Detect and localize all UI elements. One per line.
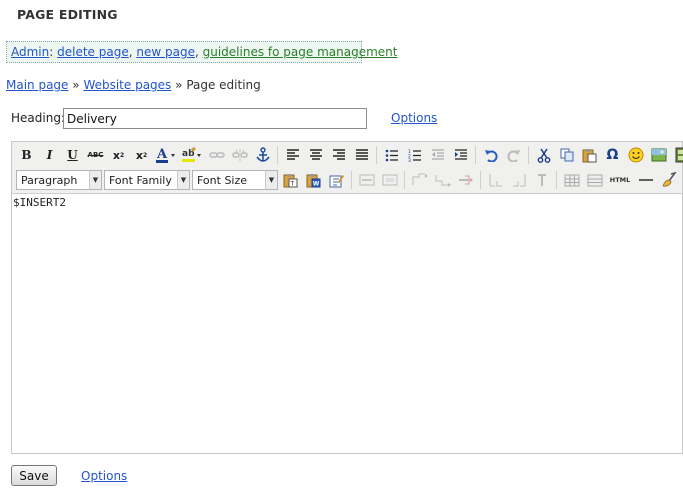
- chevron-down-icon: ▼: [265, 171, 277, 189]
- italic-icon[interactable]: I: [39, 145, 60, 165]
- cleanup-brush-icon[interactable]: [658, 170, 679, 190]
- svg-text:A: A: [156, 147, 168, 162]
- horizontal-line-icon[interactable]: [635, 170, 656, 190]
- rich-text-editor: B I U ABC x2 x2 A ab 1 2 3 Ω Paragraph ▼…: [11, 141, 683, 454]
- media-icon[interactable]: [671, 145, 683, 165]
- special-char-icon[interactable]: Ω: [602, 145, 623, 165]
- svg-text:3: 3: [408, 158, 411, 162]
- numbered-list-icon[interactable]: 123: [404, 145, 425, 165]
- svg-text:T: T: [290, 180, 295, 187]
- html-source-icon[interactable]: HTML: [607, 170, 633, 190]
- chevron-down-icon: ▼: [89, 171, 101, 189]
- insert-col-after-icon[interactable]: [508, 170, 529, 190]
- svg-text:W: W: [313, 180, 320, 187]
- link-icon[interactable]: [206, 145, 227, 165]
- toolbar-separator: [480, 171, 481, 189]
- heading-options-link[interactable]: Options: [391, 111, 437, 125]
- toolbar-separator: [277, 146, 278, 164]
- cut-icon[interactable]: [533, 145, 554, 165]
- copy-icon[interactable]: [556, 145, 577, 165]
- guidelines-link[interactable]: guidelines fo page management: [203, 45, 398, 59]
- delete-col-icon[interactable]: [531, 170, 552, 190]
- admin-separator: :: [49, 45, 54, 59]
- font-size-select[interactable]: Font Size ▼: [192, 170, 278, 190]
- undo-icon[interactable]: [480, 145, 501, 165]
- toolbar-separator: [376, 146, 377, 164]
- subscript-icon[interactable]: x2: [108, 145, 129, 165]
- breadcrumb: Main page » Website pages » Page editing: [6, 78, 261, 92]
- admin-bar: Admin: delete page, new page, guidelines…: [6, 41, 397, 63]
- breadcrumb-separator: »: [72, 78, 80, 92]
- heading-label: Heading:: [11, 111, 65, 125]
- image-icon[interactable]: [648, 145, 669, 165]
- format-select-value: Paragraph: [21, 173, 78, 187]
- edit-css-icon[interactable]: [326, 170, 347, 190]
- format-select[interactable]: Paragraph ▼: [16, 170, 102, 190]
- breadcrumb-current: Page editing: [186, 78, 261, 92]
- underline-icon[interactable]: U: [62, 145, 83, 165]
- breadcrumb-website-pages[interactable]: Website pages: [83, 78, 171, 92]
- align-left-icon[interactable]: [282, 145, 303, 165]
- unlink-icon[interactable]: [229, 145, 250, 165]
- chevron-down-icon: ▼: [177, 171, 189, 189]
- footer-options-link[interactable]: Options: [81, 469, 127, 483]
- breadcrumb-separator: »: [175, 78, 183, 92]
- toolbar-separator: [556, 171, 557, 189]
- superscript-icon[interactable]: x2: [131, 145, 152, 165]
- indent-icon[interactable]: [450, 145, 471, 165]
- toolbar-separator: [404, 171, 405, 189]
- insert-row-before-icon[interactable]: [409, 170, 430, 190]
- toolbar-row-2: Paragraph ▼ Font Family ▼ Font Size ▼ T …: [16, 168, 679, 192]
- insert-row-after-icon[interactable]: [432, 170, 453, 190]
- heading-input[interactable]: [63, 108, 367, 129]
- align-justify-icon[interactable]: [351, 145, 372, 165]
- outdent-icon[interactable]: [427, 145, 448, 165]
- toolbar-separator: [528, 146, 529, 164]
- breadcrumb-main-page[interactable]: Main page: [6, 78, 68, 92]
- horizontal-rule-icon[interactable]: [356, 170, 377, 190]
- strikethrough-icon[interactable]: ABC: [85, 145, 106, 165]
- delete-page-link[interactable]: delete page: [57, 45, 129, 59]
- align-center-icon[interactable]: [305, 145, 326, 165]
- toolbar-row-1: B I U ABC x2 x2 A ab 1 2 3 Ω: [16, 143, 683, 167]
- paste-text-icon[interactable]: T: [280, 170, 301, 190]
- paste-word-icon[interactable]: W: [303, 170, 324, 190]
- font-family-select[interactable]: Font Family ▼: [104, 170, 190, 190]
- table-icon[interactable]: [561, 170, 582, 190]
- align-right-icon[interactable]: [328, 145, 349, 165]
- save-button[interactable]: Save: [11, 465, 57, 486]
- font-family-select-value: Font Family: [109, 173, 172, 187]
- anchor-icon[interactable]: [252, 145, 273, 165]
- page-title: PAGE EDITING: [17, 7, 118, 22]
- emoticon-icon[interactable]: [625, 145, 646, 165]
- toolbar-separator: [475, 146, 476, 164]
- admin-link[interactable]: Admin: [11, 45, 49, 59]
- new-page-link[interactable]: new page: [136, 45, 195, 59]
- editor-content[interactable]: $INSERT2: [13, 196, 66, 209]
- toolbar-separator: [351, 171, 352, 189]
- bold-icon[interactable]: B: [16, 145, 37, 165]
- editor-toolbar: B I U ABC x2 x2 A ab 1 2 3 Ω Paragraph ▼…: [12, 142, 683, 194]
- delete-row-icon[interactable]: [455, 170, 476, 190]
- insert-col-before-icon[interactable]: [485, 170, 506, 190]
- highlight-color-icon[interactable]: ab: [180, 145, 204, 165]
- remove-format-icon[interactable]: [379, 170, 400, 190]
- text-color-icon[interactable]: A: [154, 145, 178, 165]
- redo-icon[interactable]: [503, 145, 524, 165]
- comma: ,: [194, 45, 199, 59]
- bullet-list-icon[interactable]: [381, 145, 402, 165]
- comma: ,: [128, 45, 133, 59]
- font-size-select-value: Font Size: [197, 173, 248, 187]
- table-props-icon[interactable]: [584, 170, 605, 190]
- paste-icon[interactable]: [579, 145, 600, 165]
